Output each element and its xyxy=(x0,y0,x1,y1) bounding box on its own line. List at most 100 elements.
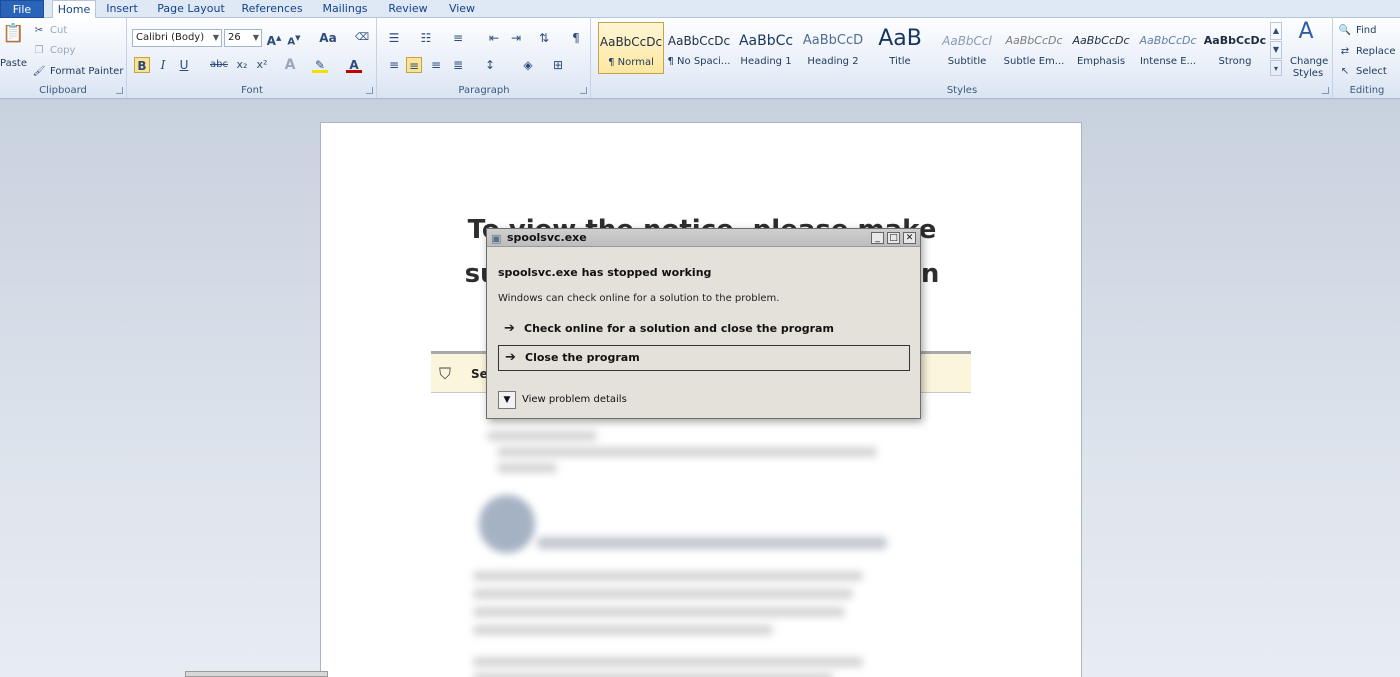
blurred-text xyxy=(473,607,845,617)
find-button[interactable]: Find xyxy=(1356,25,1377,36)
align-center-icon[interactable]: ≡ xyxy=(406,57,422,73)
strikethrough-button[interactable]: abc xyxy=(208,57,230,73)
minimize-icon[interactable]: _ xyxy=(871,232,884,244)
close-program-button[interactable]: ➔ Close the program xyxy=(498,345,910,371)
font-group: Calibri (Body) ▼ 26 ▼ A▲ A▼ Aa ⌫ B I U abc… xyxy=(128,18,377,98)
check-online-label: Check online for a solution and close th… xyxy=(524,322,834,335)
font-color-icon[interactable]: A xyxy=(346,57,362,73)
editing-group-label: Editing xyxy=(1349,85,1385,96)
arrow-right-icon: ➔ xyxy=(504,321,515,336)
paste-button[interactable]: Paste xyxy=(0,58,27,69)
align-right-icon[interactable]: ≡ xyxy=(428,57,444,73)
blurred-text xyxy=(473,657,863,667)
style-subtle-emphasis[interactable]: AaBbCcDc Subtle Em... xyxy=(1001,22,1067,74)
font-size-combo[interactable]: 26 ▼ xyxy=(224,29,262,47)
tab-references[interactable]: References xyxy=(240,0,304,18)
style-no-spacing[interactable]: AaBbCcDc ¶ No Spaci... xyxy=(666,22,732,74)
tab-home[interactable]: Home xyxy=(52,0,96,19)
font-family-combo[interactable]: Calibri (Body) ▼ xyxy=(132,29,222,47)
style-name: Intense E... xyxy=(1139,56,1197,67)
style-title[interactable]: AaB Title xyxy=(867,22,933,74)
numbering-icon[interactable]: ☷ xyxy=(418,30,434,46)
style-strong[interactable]: AaBbCcDc Strong xyxy=(1202,22,1268,74)
style-normal[interactable]: AaBbCcDc ¶ Normal xyxy=(598,22,664,74)
maximize-icon[interactable]: □ xyxy=(887,232,900,244)
styles-scroll-down-icon[interactable]: ▼ xyxy=(1270,41,1282,59)
style-name: Subtle Em... xyxy=(1003,56,1065,67)
style-intense-emphasis[interactable]: AaBbCcDc Intense E... xyxy=(1135,22,1201,74)
highlight-icon[interactable]: ✎ xyxy=(312,57,328,73)
blurred-text xyxy=(473,589,853,599)
italic-button[interactable]: I xyxy=(155,57,171,73)
style-name: Title xyxy=(889,56,911,67)
dialog-titlebar[interactable]: ▣ spoolsvc.exe _ □ ✕ xyxy=(487,229,920,247)
text-effects-icon[interactable]: A xyxy=(282,57,298,73)
line-spacing-icon[interactable]: ↕ xyxy=(482,57,498,73)
change-styles-icon[interactable]: A xyxy=(1292,21,1320,50)
subscript-button[interactable]: x₂ xyxy=(234,57,250,73)
sort-icon[interactable]: ⇅ xyxy=(536,30,552,46)
replace-button[interactable]: Replace xyxy=(1356,46,1396,57)
shrink-font-icon[interactable]: A▼ xyxy=(286,30,302,47)
align-left-icon[interactable]: ≡ xyxy=(386,57,402,73)
styles-scroll-up-icon[interactable]: ▲ xyxy=(1270,22,1282,40)
increase-indent-icon[interactable]: ⇥ xyxy=(508,30,524,46)
style-name: Emphasis xyxy=(1076,56,1126,67)
check-online-button[interactable]: ➔ Check online for a solution and close … xyxy=(498,317,910,343)
format-painter-icon: 🖌 xyxy=(32,66,46,77)
style-subtitle[interactable]: AaBbCcl Subtitle xyxy=(934,22,1000,74)
styles-launcher-icon[interactable] xyxy=(1322,87,1329,94)
change-case-icon[interactable]: Aa xyxy=(316,30,340,46)
style-heading-2[interactable]: AaBbCcD Heading 2 xyxy=(800,22,866,74)
copy-icon: ❐ xyxy=(34,45,44,56)
multilevel-list-icon[interactable]: ≡ xyxy=(450,30,466,46)
decrease-indent-icon[interactable]: ⇤ xyxy=(486,30,502,46)
view-details-toggle[interactable]: ▼ View problem details xyxy=(498,391,627,411)
style-name: ¶ No Spaci... xyxy=(667,56,731,67)
style-emphasis[interactable]: AaBbCcDc Emphasis xyxy=(1068,22,1134,74)
justify-icon[interactable]: ≣ xyxy=(450,57,466,73)
change-styles-label-1[interactable]: Change xyxy=(1290,56,1328,67)
chevron-down-icon: ▼ xyxy=(212,33,219,42)
tab-insert[interactable]: Insert xyxy=(102,0,142,18)
paste-icon[interactable]: 📋 xyxy=(2,25,24,50)
style-name: Strong xyxy=(1218,56,1252,67)
tab-file[interactable]: File xyxy=(0,0,44,18)
underline-button[interactable]: U xyxy=(176,57,192,73)
replace-icon: ⇄ xyxy=(1340,46,1350,57)
shading-icon[interactable]: ◈ xyxy=(520,57,536,73)
dialog-window-title: spoolsvc.exe xyxy=(507,231,587,244)
bullets-icon[interactable]: ☰ xyxy=(386,30,402,46)
tab-view[interactable]: View xyxy=(444,0,480,18)
grow-font-icon[interactable]: A▲ xyxy=(266,30,282,48)
chevron-down-icon: ▼ xyxy=(252,33,259,42)
format-painter-button[interactable]: Format Painter xyxy=(50,66,123,77)
superscript-button[interactable]: x² xyxy=(254,57,270,73)
style-name: Subtitle xyxy=(947,56,987,67)
close-icon[interactable]: ✕ xyxy=(903,232,916,244)
select-button[interactable]: Select xyxy=(1356,66,1387,77)
blurred-text xyxy=(487,431,597,441)
tab-review[interactable]: Review xyxy=(386,0,430,18)
blurred-avatar xyxy=(479,495,535,553)
tab-mailings[interactable]: Mailings xyxy=(318,0,372,18)
styles-more-icon[interactable]: ▾ xyxy=(1270,60,1282,76)
clear-formatting-icon[interactable]: ⌫ xyxy=(354,30,370,46)
select-icon: ↖ xyxy=(1340,66,1350,77)
bold-button[interactable]: B xyxy=(134,57,150,73)
style-preview: AaBbCcDc xyxy=(1139,34,1197,47)
style-heading-1[interactable]: AaBbCc Heading 1 xyxy=(733,22,799,74)
show-formatting-button[interactable]: ¶ xyxy=(568,30,584,46)
cut-button[interactable]: Cut xyxy=(50,25,67,36)
arrow-right-icon: ➔ xyxy=(505,350,516,365)
borders-icon[interactable]: ⊞ xyxy=(550,57,566,73)
style-preview: AaBbCcDc xyxy=(1072,34,1130,47)
paragraph-launcher-icon[interactable] xyxy=(580,87,587,94)
blurred-text xyxy=(497,463,557,473)
tab-page-layout[interactable]: Page Layout xyxy=(156,0,226,18)
clipboard-launcher-icon[interactable] xyxy=(116,87,123,94)
change-styles-label-2[interactable]: Styles xyxy=(1290,68,1326,79)
font-launcher-icon[interactable] xyxy=(366,87,373,94)
copy-button[interactable]: Copy xyxy=(50,45,75,56)
style-preview: AaB xyxy=(878,26,922,51)
